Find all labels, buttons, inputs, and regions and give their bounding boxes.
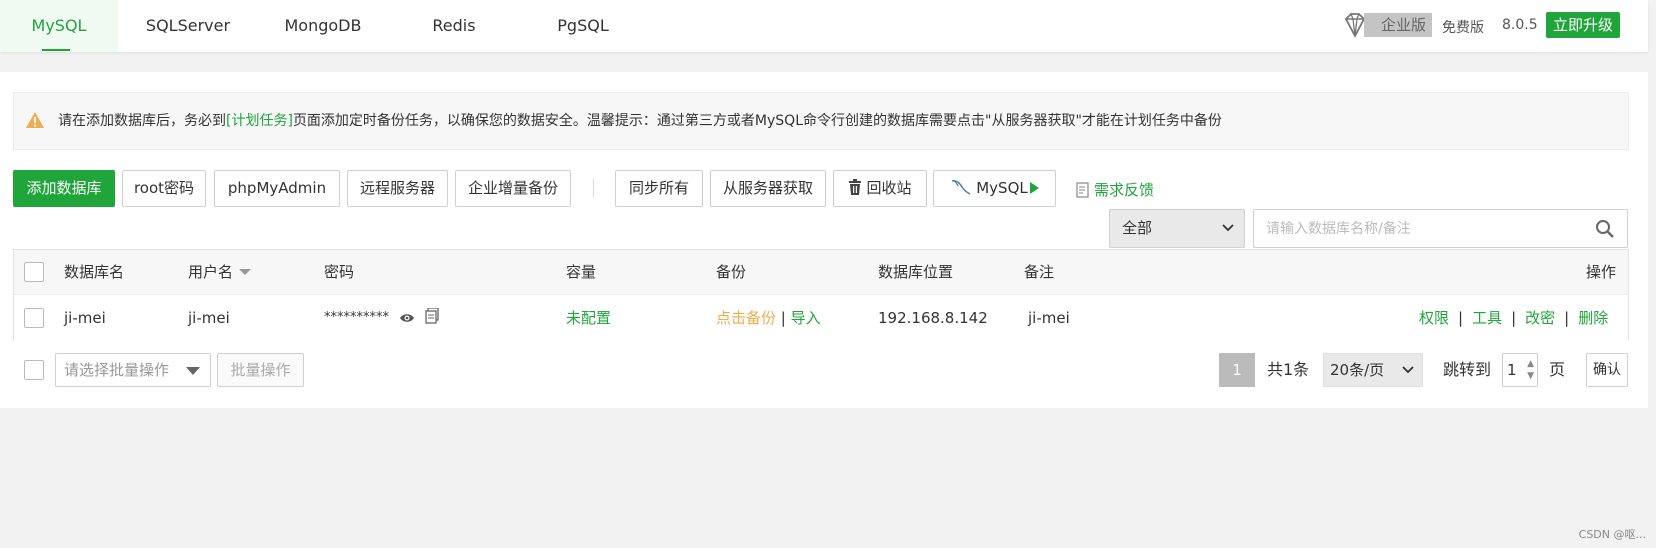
warning-icon bbox=[26, 112, 44, 128]
sort-down-icon bbox=[239, 269, 252, 275]
watermark: CSDN @呕... bbox=[1578, 528, 1646, 541]
row-password-mask: ********** bbox=[324, 310, 389, 325]
eye-icon[interactable] bbox=[399, 312, 415, 324]
total-count: 共1条 bbox=[1267, 360, 1310, 379]
category-select[interactable]: 全部 bbox=[1109, 209, 1245, 248]
mysql-button[interactable]: MySQL bbox=[933, 170, 1056, 207]
row-actions: 权限 | 工具 | 改密 | 删除 bbox=[1419, 295, 1608, 341]
feedback-label: 需求反馈 bbox=[1094, 181, 1155, 199]
recycle-bin-button[interactable]: 回收站 bbox=[833, 170, 927, 207]
tab-pgsql[interactable]: PgSQL bbox=[540, 0, 626, 52]
caret-down-icon bbox=[186, 367, 200, 375]
row-checkbox[interactable] bbox=[24, 308, 44, 328]
search-box bbox=[1253, 209, 1628, 248]
batch-operation-button[interactable]: 批量操作 bbox=[217, 353, 304, 387]
alert-text-after: 页面添加定时备份任务，以确保您的数据安全。温馨提示：通过第三方或者MySQL命令… bbox=[292, 113, 1222, 129]
root-password-button[interactable]: root密码 bbox=[122, 170, 206, 207]
header-password: 密码 bbox=[324, 263, 355, 281]
row-db-name: ji-mei bbox=[64, 309, 106, 327]
upgrade-button[interactable]: 立即升级 bbox=[1546, 12, 1620, 38]
header-username[interactable]: 用户名 bbox=[188, 250, 252, 294]
recycle-bin-label: 回收站 bbox=[866, 179, 912, 197]
row-location: 192.168.8.142 bbox=[878, 309, 988, 327]
op-separator: | bbox=[1458, 309, 1464, 327]
backup-separator: | bbox=[780, 309, 786, 327]
category-select-value: 全部 bbox=[1122, 219, 1153, 237]
trash-icon bbox=[849, 179, 862, 195]
tab-sqlserver[interactable]: SQLServer bbox=[130, 0, 246, 52]
search-input[interactable] bbox=[1254, 210, 1574, 247]
page-unit-label: 页 bbox=[1549, 360, 1566, 379]
jump-page-input[interactable]: 1 ▲ ▼ bbox=[1502, 353, 1538, 387]
header-note: 备注 bbox=[1024, 263, 1055, 281]
delete-link[interactable]: 删除 bbox=[1578, 309, 1608, 327]
jump-to-label: 跳转到 bbox=[1443, 360, 1492, 379]
batch-operation-select[interactable]: 请选择批量操作 bbox=[55, 353, 211, 387]
mysql-label: MySQL bbox=[976, 179, 1028, 197]
version-label: 8.0.5 bbox=[1502, 17, 1538, 33]
mysql-dolphin-icon bbox=[952, 179, 971, 195]
tools-link[interactable]: 工具 bbox=[1472, 309, 1502, 327]
header-capacity: 容量 bbox=[566, 263, 597, 281]
jump-page-value: 1 bbox=[1507, 361, 1517, 379]
backup-now-link[interactable]: 点击备份 bbox=[716, 309, 776, 327]
feedback-link[interactable]: 需求反馈 bbox=[1076, 179, 1154, 200]
page-size-value: 20条/页 bbox=[1330, 361, 1385, 379]
free-edition-label: 免费版 bbox=[1442, 20, 1484, 36]
play-icon bbox=[1029, 182, 1039, 194]
header-actions: 操作 bbox=[1586, 263, 1617, 281]
row-capacity[interactable]: 未配置 bbox=[566, 295, 611, 341]
select-all-checkbox[interactable] bbox=[24, 262, 44, 282]
incremental-backup-button[interactable]: 企业增量备份 bbox=[455, 170, 571, 207]
document-edit-icon bbox=[1076, 182, 1089, 198]
header-backup: 备份 bbox=[716, 263, 747, 281]
op-separator: | bbox=[1511, 309, 1517, 327]
import-link[interactable]: 导入 bbox=[791, 309, 821, 327]
change-password-link[interactable]: 改密 bbox=[1525, 309, 1555, 327]
row-username: ji-mei bbox=[188, 309, 230, 327]
tab-mysql[interactable]: MySQL bbox=[0, 0, 118, 52]
row-password: ********** bbox=[324, 295, 439, 341]
op-separator: | bbox=[1564, 309, 1570, 327]
permission-link[interactable]: 权限 bbox=[1419, 309, 1449, 327]
table-header: 数据库名 用户名 密码 容量 备份 数据库位置 备注 操作 bbox=[14, 250, 1628, 294]
row-backup: 点击备份 | 导入 bbox=[716, 295, 821, 341]
cron-task-link[interactable]: [计划任务] bbox=[226, 113, 293, 129]
batch-select-checkbox[interactable] bbox=[24, 360, 44, 380]
current-page[interactable]: 1 bbox=[1219, 353, 1255, 387]
alert-text-before: 请在添加数据库后，务必到 bbox=[58, 113, 226, 129]
toolbar-divider bbox=[593, 178, 594, 198]
phpmyadmin-button[interactable]: phpMyAdmin bbox=[214, 170, 340, 207]
search-icon[interactable] bbox=[1595, 219, 1615, 239]
top-bar: MySQL SQLServer MongoDB Redis PgSQL 企业版 … bbox=[0, 0, 1648, 52]
remote-server-button[interactable]: 远程服务器 bbox=[347, 170, 448, 207]
backup-alert: 请在添加数据库后，务必到[计划任务]页面添加定时备份任务，以确保您的数据安全。温… bbox=[13, 92, 1629, 150]
stepper-icon[interactable]: ▲ ▼ bbox=[1527, 358, 1534, 382]
tab-mongodb[interactable]: MongoDB bbox=[264, 0, 382, 52]
header-username-label: 用户名 bbox=[188, 263, 234, 281]
chevron-down-icon bbox=[1402, 366, 1414, 374]
fetch-from-server-button[interactable]: 从服务器获取 bbox=[710, 170, 826, 207]
header-location: 数据库位置 bbox=[878, 263, 954, 281]
header-db-name: 数据库名 bbox=[64, 263, 125, 281]
table-row: ji-mei ji-mei ********** 未配置 点击备份 | 导入 1… bbox=[14, 294, 1628, 340]
sync-all-button[interactable]: 同步所有 bbox=[615, 170, 703, 207]
page-size-select[interactable]: 20条/页 bbox=[1323, 353, 1423, 387]
chevron-down-icon bbox=[1222, 224, 1234, 232]
add-database-button[interactable]: 添加数据库 bbox=[13, 170, 115, 207]
database-table: 数据库名 用户名 密码 容量 备份 数据库位置 备注 操作 ji-mei ji-… bbox=[13, 249, 1629, 340]
enterprise-badge[interactable]: 企业版 bbox=[1364, 13, 1432, 37]
tab-redis[interactable]: Redis bbox=[414, 0, 494, 52]
batch-select-placeholder: 请选择批量操作 bbox=[64, 361, 170, 379]
confirm-jump-button[interactable]: 确认 bbox=[1586, 353, 1628, 387]
copy-icon[interactable] bbox=[425, 307, 439, 324]
row-note[interactable]: ji-mei bbox=[1028, 295, 1070, 341]
